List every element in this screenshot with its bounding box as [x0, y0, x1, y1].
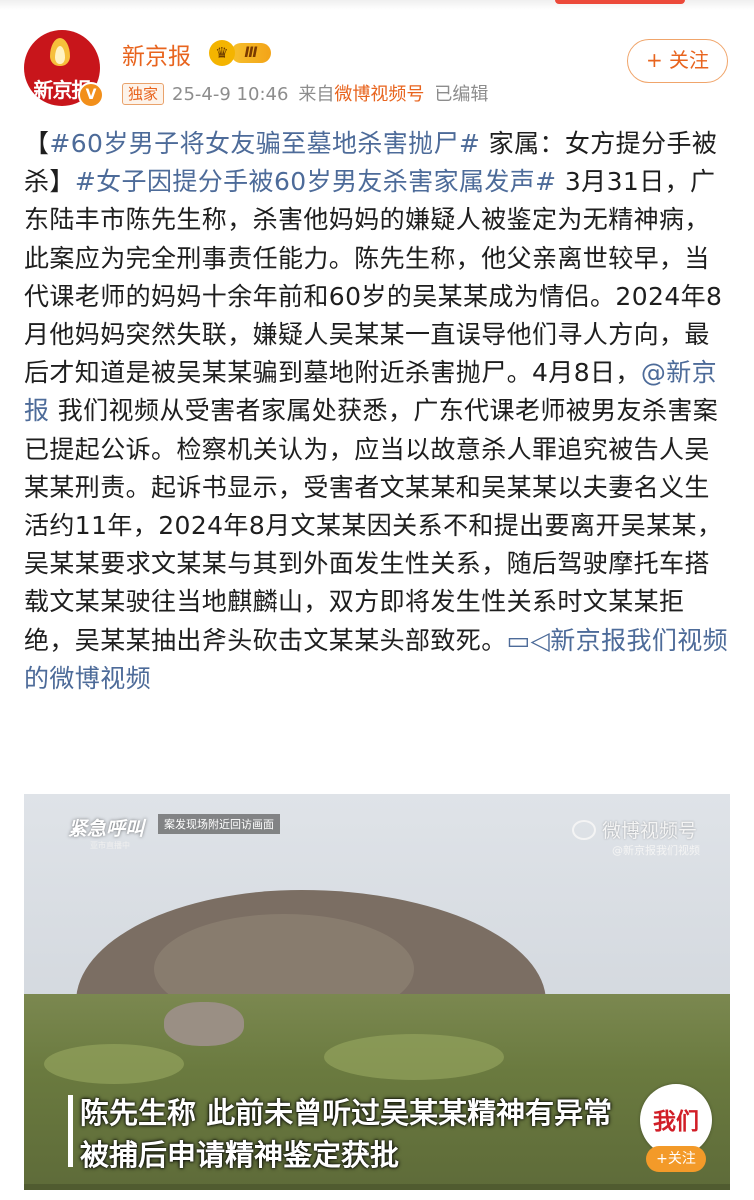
- post-text: 【#60岁男子将女友骗至墓地杀害抛尸# 家属：女方提分手被杀】#女子因提分手被6…: [24, 125, 734, 698]
- subtitle-bar: [68, 1095, 73, 1167]
- author-name[interactable]: 新京报: [122, 37, 191, 71]
- post-meta: 独家 25-4-9 10:46 来自微博视频号 已编辑: [122, 80, 488, 106]
- video-grass: [324, 1034, 504, 1080]
- program-logo: 紧急呼叫: [68, 818, 145, 840]
- text-segment-2: 3月31日，广东陆丰市陈先生称，杀害他妈妈的嫌疑人被鉴定为无精神病，此案应为完全…: [24, 167, 723, 388]
- program-sub: 亚市直播中: [90, 841, 130, 850]
- watermark-text: 微博视频号: [602, 820, 698, 842]
- status-strip: [0, 0, 754, 10]
- vip-level: Ⅲ: [231, 43, 271, 63]
- vip-badge[interactable]: Ⅲ ♛: [209, 40, 271, 66]
- weibo-watermark: 微博视频号: [572, 816, 697, 843]
- topic-link-1[interactable]: #60岁男子将女友骗至墓地杀害抛尸#: [49, 129, 480, 158]
- channel-badge-text: 我们: [653, 1109, 699, 1135]
- video-stone: [164, 1002, 244, 1046]
- flame-inner: [55, 46, 65, 64]
- video-grass: [44, 1044, 184, 1084]
- video-link-icon: ▭◁: [506, 625, 551, 655]
- post-time: 25-4-9 10:46: [172, 84, 289, 105]
- exclusive-tag: 独家: [122, 83, 165, 105]
- text-segment-3: 我们视频从受害者家属处获悉，广东代课老师被男友杀害案已提起公诉。检察机关认为，应…: [24, 396, 723, 655]
- bracket-open: 【: [24, 129, 50, 158]
- subtitle-line-1: 陈先生称 此前未曾听过吴某某精神有异常: [80, 1096, 613, 1130]
- status-indicator: [555, 0, 685, 4]
- source-link[interactable]: 微博视频号: [334, 84, 424, 105]
- topic-link-2[interactable]: #女子因提分手被60岁男友杀害家属发声#: [75, 167, 557, 196]
- follow-button[interactable]: + 关注: [627, 39, 728, 83]
- verified-badge-icon: V: [78, 82, 104, 108]
- source-prefix: 来自: [298, 84, 335, 105]
- video-progress-bar[interactable]: [24, 1184, 730, 1190]
- video-follow-button[interactable]: +关注: [646, 1146, 706, 1172]
- edited-label: 已编辑: [434, 84, 489, 105]
- scene-caption: 案发现场附近回访画面: [158, 814, 280, 834]
- subtitle-line-2: 被捕后申请精神鉴定获批: [80, 1138, 400, 1172]
- crown-icon: ♛: [209, 40, 235, 66]
- watermark-sub: @新京报我们视频: [612, 844, 700, 857]
- video-player[interactable]: 紧急呼叫 亚市直播中 案发现场附近回访画面 微博视频号 @新京报我们视频 陈先生…: [24, 794, 730, 1190]
- weibo-eye-icon: [572, 820, 596, 840]
